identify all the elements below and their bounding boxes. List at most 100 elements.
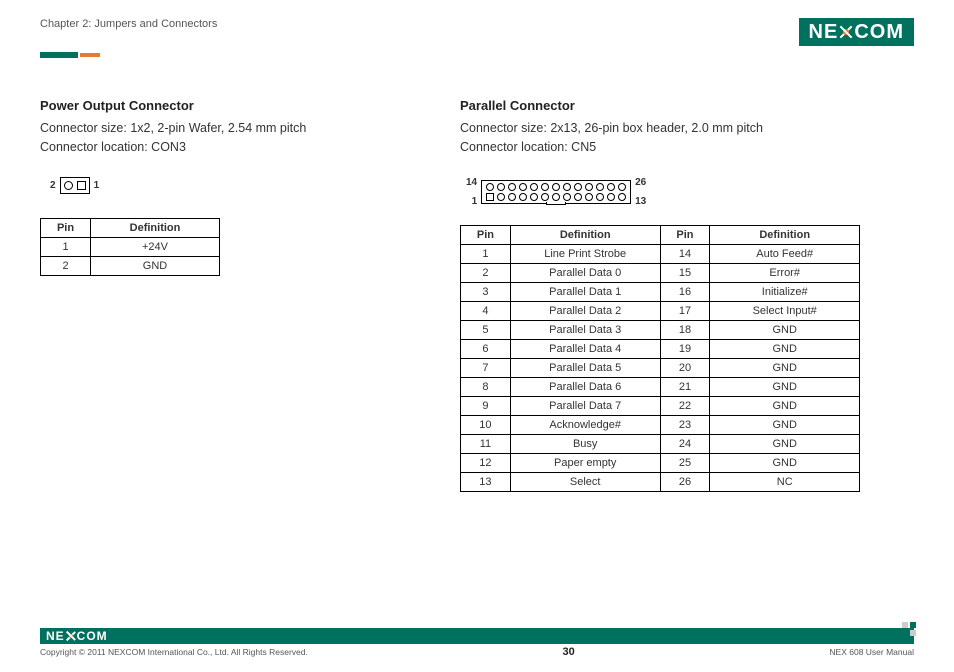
cell-pin: 6 xyxy=(461,339,511,358)
power-connector-title: Power Output Connector xyxy=(40,98,410,113)
diagram-label-1: 1 xyxy=(94,180,100,191)
cell-def: Parallel Data 0 xyxy=(510,263,660,282)
cell-def: GND xyxy=(710,320,860,339)
cell-def: GND xyxy=(91,256,220,275)
pin-circle-icon xyxy=(607,193,615,201)
accent-bar xyxy=(40,52,914,58)
pin-circle-icon xyxy=(596,193,604,201)
cell-def: Paper empty xyxy=(510,453,660,472)
pin-1-icon xyxy=(77,181,86,190)
cell-pin: 26 xyxy=(660,472,710,491)
cell-pin: 1 xyxy=(461,244,511,263)
pin-circle-icon xyxy=(596,183,604,191)
cell-pin: 10 xyxy=(461,415,511,434)
parallel-connector-desc: Connector size: 2x13, 26-pin box header,… xyxy=(460,119,914,157)
cell-def: GND xyxy=(710,415,860,434)
pin-circle-icon xyxy=(541,183,549,191)
table-row: 11Busy24GND xyxy=(461,434,860,453)
cell-pin: 25 xyxy=(660,453,710,472)
th-pin-a: Pin xyxy=(461,225,511,244)
diagram-label-1: 1 xyxy=(466,196,477,207)
copyright-text: Copyright © 2011 NEXCOM International Co… xyxy=(40,647,308,657)
logo-text-right: COM xyxy=(854,21,904,44)
cell-def: Line Print Strobe xyxy=(510,244,660,263)
pin-square-icon xyxy=(486,193,494,201)
brand-logo: NE COM xyxy=(799,18,914,46)
cell-pin: 12 xyxy=(461,453,511,472)
diagram-label-26: 26 xyxy=(635,177,646,188)
cell-pin: 22 xyxy=(660,396,710,415)
pin-circle-icon xyxy=(519,193,527,201)
cell-pin: 23 xyxy=(660,415,710,434)
parallel-connector-diagram: 14 1 26 13 xyxy=(462,177,914,207)
cell-pin: 2 xyxy=(41,256,91,275)
table-row: 4Parallel Data 217Select Input# xyxy=(461,301,860,320)
power-pin-table: Pin Definition 1+24V2GND xyxy=(40,218,220,276)
cell-pin: 7 xyxy=(461,358,511,377)
th-def-a: Definition xyxy=(510,225,660,244)
cell-def: Auto Feed# xyxy=(710,244,860,263)
footer-logo-x-icon xyxy=(66,631,76,641)
pin-circle-icon xyxy=(607,183,615,191)
table-row: 3Parallel Data 116Initialize# xyxy=(461,282,860,301)
cell-pin: 5 xyxy=(461,320,511,339)
cell-pin: 2 xyxy=(461,263,511,282)
table-row: 13Select26NC xyxy=(461,472,860,491)
cell-def: Select Input# xyxy=(710,301,860,320)
header-notch-icon xyxy=(546,202,566,205)
cell-pin: 15 xyxy=(660,263,710,282)
footer-logo: NE COM xyxy=(46,629,108,643)
logo-text-left: NE xyxy=(809,21,839,44)
cell-pin: 24 xyxy=(660,434,710,453)
cell-pin: 17 xyxy=(660,301,710,320)
table-row: 1+24V xyxy=(41,237,220,256)
cell-def: GND xyxy=(710,339,860,358)
th-def-b: Definition xyxy=(710,225,860,244)
parallel-desc-line1: Connector size: 2x13, 26-pin box header,… xyxy=(460,121,763,135)
chapter-label: Chapter 2: Jumpers and Connectors xyxy=(40,18,217,30)
pin-circle-icon xyxy=(552,183,560,191)
pin-circle-icon xyxy=(563,183,571,191)
pin-circle-icon xyxy=(508,183,516,191)
pin-circle-icon xyxy=(618,183,626,191)
table-row: 8Parallel Data 621GND xyxy=(461,377,860,396)
pin-circle-icon xyxy=(530,183,538,191)
table-row: 5Parallel Data 318GND xyxy=(461,320,860,339)
table-row: 1Line Print Strobe14Auto Feed# xyxy=(461,244,860,263)
cell-def: Select xyxy=(510,472,660,491)
cell-pin: 3 xyxy=(461,282,511,301)
table-row: 2Parallel Data 015Error# xyxy=(461,263,860,282)
cell-def: Parallel Data 2 xyxy=(510,301,660,320)
power-desc-line1: Connector size: 1x2, 2-pin Wafer, 2.54 m… xyxy=(40,121,306,135)
cell-def: Acknowledge# xyxy=(510,415,660,434)
cell-def: GND xyxy=(710,453,860,472)
diagram-label-14: 14 xyxy=(466,177,477,188)
page-number: 30 xyxy=(563,646,575,658)
footer-bar: NE COM xyxy=(40,628,914,644)
cell-pin: 1 xyxy=(41,237,91,256)
table-row: 6Parallel Data 419GND xyxy=(461,339,860,358)
table-row: 7Parallel Data 520GND xyxy=(461,358,860,377)
cell-def: NC xyxy=(710,472,860,491)
cell-def: GND xyxy=(710,358,860,377)
cell-def: Initialize# xyxy=(710,282,860,301)
cell-pin: 14 xyxy=(660,244,710,263)
table-row: 12Paper empty25GND xyxy=(461,453,860,472)
pin-circle-icon xyxy=(530,193,538,201)
pin-circle-icon xyxy=(618,193,626,201)
pin-circle-icon xyxy=(552,193,560,201)
pin-circle-icon xyxy=(519,183,527,191)
cell-pin: 9 xyxy=(461,396,511,415)
pin-circle-icon xyxy=(563,193,571,201)
parallel-pin-table: Pin Definition Pin Definition 1Line Prin… xyxy=(460,225,860,492)
cell-def: +24V xyxy=(91,237,220,256)
parallel-connector-title: Parallel Connector xyxy=(460,98,914,113)
cell-def: Parallel Data 4 xyxy=(510,339,660,358)
cell-pin: 11 xyxy=(461,434,511,453)
th-def: Definition xyxy=(91,218,220,237)
cell-pin: 16 xyxy=(660,282,710,301)
footer-logo-left: NE xyxy=(46,629,65,643)
diagram-label-2: 2 xyxy=(50,180,56,191)
cell-def: GND xyxy=(710,377,860,396)
cell-def: Parallel Data 1 xyxy=(510,282,660,301)
